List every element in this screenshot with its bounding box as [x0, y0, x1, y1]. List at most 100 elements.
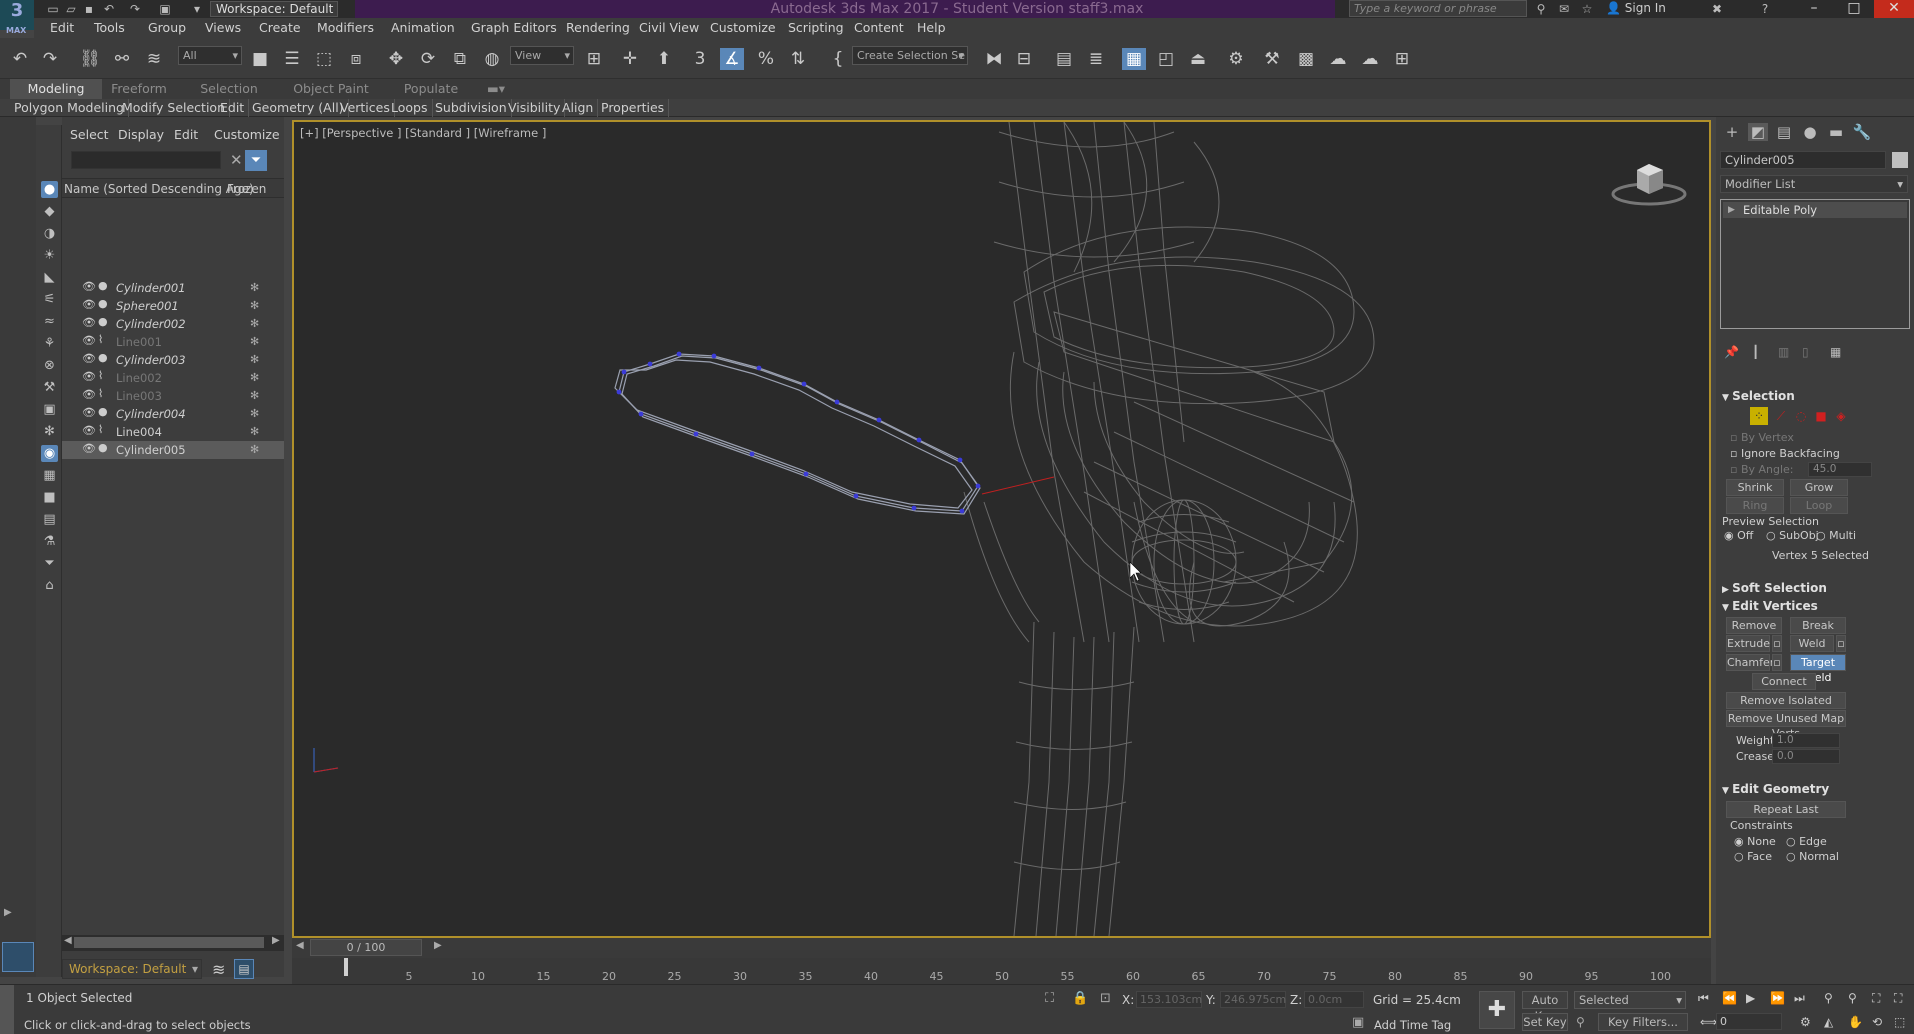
by-angle-spinner[interactable]: 45.0 [1808, 462, 1872, 477]
menu-content[interactable]: Content [854, 18, 904, 38]
y-coordinate-field[interactable]: 246.975cm [1220, 991, 1286, 1008]
expand-icon[interactable]: ▶ [4, 907, 14, 921]
scene-row[interactable]: 👁 ⌇ Line002 ✻ [62, 369, 284, 387]
scene-row[interactable]: 👁 ● Cylinder003 ✻ [62, 351, 284, 369]
modifier-list-dropdown[interactable]: Modifier List ▾ [1720, 175, 1908, 193]
panel-loops[interactable]: Loops [387, 99, 433, 117]
maximize-button[interactable]: □ [1834, 0, 1874, 18]
scene-row[interactable]: 👁 ● Sphere001 ✻ [62, 297, 284, 315]
repeat-last-button[interactable]: Repeat Last [1726, 801, 1846, 818]
scene-row[interactable]: 👁 ⌇ Line003 ✻ [62, 387, 284, 405]
panel-align[interactable]: Align [558, 99, 599, 117]
polygon-mode-icon[interactable]: ■ [1812, 407, 1830, 425]
help-icon[interactable]: ? [1758, 2, 1772, 16]
scene-horizontal-scrollbar[interactable]: ◀ ▶ [62, 935, 284, 951]
zoom-extents-icon[interactable]: ⛶ [1872, 991, 1880, 1006]
lock-selection-icon[interactable]: 🔒 [1072, 991, 1088, 1006]
frozen-toggle-icon[interactable]: ✻ [250, 333, 259, 351]
se-tab-display[interactable]: Display [118, 127, 164, 142]
frozen-toggle-icon[interactable]: ✻ [250, 297, 259, 315]
frozen-toggle-icon[interactable]: ✻ [250, 441, 259, 459]
prev-frame-icon[interactable]: ◀ [296, 940, 304, 951]
communication-icon[interactable]: ✉ [1557, 2, 1571, 16]
absolute-mode-icon[interactable]: ⊡ [1100, 991, 1111, 1006]
trackbar[interactable]: 5 10 15 20 25 30 35 40 45 50 55 60 65 70 75 80 85 90 95 100 [292, 958, 1711, 984]
rotate-icon[interactable]: ⟳ [416, 48, 440, 70]
key-filters-button[interactable]: Key Filters... [1598, 1013, 1688, 1031]
connect-button[interactable]: Connect [1752, 673, 1816, 690]
se-tab-customize[interactable]: Customize [214, 127, 280, 142]
shrink-button[interactable]: Shrink [1726, 479, 1784, 496]
curve-editor-icon[interactable]: ◰ [1154, 48, 1178, 70]
time-slider[interactable]: ◀ 0 / 100 ▶ [292, 938, 1711, 958]
scene-row[interactable]: 👁 ● Cylinder001 ✻ [62, 279, 284, 297]
visibility-eye-icon[interactable]: 👁 [82, 352, 96, 365]
extrude-button[interactable]: Extrude [1726, 635, 1770, 652]
new-icon[interactable]: ▭ [46, 2, 60, 16]
key-set-dropdown[interactable]: Selected ▾ [1574, 991, 1686, 1009]
menu-animation[interactable]: Animation [391, 18, 455, 38]
object-color-swatch[interactable] [1892, 152, 1908, 168]
play-icon[interactable]: ▶ [1746, 991, 1755, 1005]
add-time-tag[interactable]: Add Time Tag [1374, 1018, 1451, 1032]
display-frozen-icon[interactable]: ▦ [41, 467, 58, 484]
preview-off-radio[interactable]: ◉ Off [1724, 529, 1753, 542]
scene-row[interactable]: 👁 ● Cylinder005 ✻ [62, 441, 284, 459]
soft-selection-rollout[interactable]: ▶ Soft Selection [1722, 581, 1827, 595]
window-crossing-icon[interactable]: ⧈ [344, 48, 368, 70]
menu-scripting[interactable]: Scripting [788, 18, 844, 38]
panel-modify-selection[interactable]: Modify Selection [118, 99, 230, 117]
render-cloud-icon[interactable]: ☁ [1358, 48, 1382, 70]
visibility-eye-icon[interactable]: 👁 [82, 334, 96, 347]
menu-tools[interactable]: Tools [94, 18, 125, 38]
grow-button[interactable]: Grow [1790, 479, 1848, 496]
menu-create[interactable]: Create [259, 18, 301, 38]
placement-icon[interactable]: ◍ [480, 48, 504, 70]
tab-selection[interactable]: Selection [196, 79, 262, 99]
panel-polygon-modeling[interactable]: Polygon Modeling [10, 99, 129, 117]
select-by-name-icon[interactable]: ☰ [280, 48, 304, 70]
menu-civil-view[interactable]: Civil View [639, 18, 699, 38]
layer-toggle-icon[interactable]: ▤ [234, 959, 254, 979]
weight-spinner[interactable]: 1.0 [1772, 733, 1840, 748]
render-setup-icon[interactable]: ⚒ [1260, 48, 1284, 70]
viewport-layout-icon[interactable] [2, 942, 34, 972]
panel-subdivision[interactable]: Subdivision [431, 99, 512, 117]
scene-search-input[interactable] [71, 151, 221, 169]
tab-modeling[interactable]: Modeling [10, 79, 102, 99]
loop-button[interactable]: Loop [1790, 497, 1848, 514]
redo-icon[interactable]: ↷ [38, 48, 62, 70]
display-spacewarps-icon[interactable]: ≈ [41, 313, 58, 330]
make-unique-icon[interactable]: ▥ [1778, 345, 1789, 359]
set-key-icon[interactable]: ✚ [1479, 991, 1515, 1029]
target-weld-button[interactable]: Target Weld [1790, 654, 1846, 684]
next-frame-icon[interactable]: ▶ [434, 940, 442, 951]
remove-button[interactable]: Remove [1726, 617, 1782, 634]
panel-edit[interactable]: Edit [216, 99, 250, 117]
snaps-toggle-icon[interactable]: 3 [688, 48, 712, 70]
material-editor-icon[interactable]: ⚙ [1224, 48, 1248, 70]
frozen-toggle-icon[interactable]: ✻ [250, 279, 259, 297]
select-object-icon[interactable]: ■ [248, 48, 272, 70]
se-tab-select[interactable]: Select [70, 127, 109, 142]
menu-views[interactable]: Views [205, 18, 241, 38]
scroll-left-icon[interactable]: ◀ [64, 935, 72, 946]
expand-stack-icon[interactable]: ▶ [1728, 202, 1735, 218]
redo-icon[interactable]: ↷ [128, 2, 142, 16]
remove-isolated-vertices-button[interactable]: Remove Isolated Vertices [1726, 692, 1846, 722]
border-mode-icon[interactable]: ◌ [1792, 407, 1810, 425]
crease-spinner[interactable]: 0.0 [1772, 749, 1840, 764]
workspace-dropdown[interactable]: Workspace: Default [210, 1, 338, 17]
spinner-snap-icon[interactable]: ⇅ [786, 48, 810, 70]
key-mode-icon[interactable]: ⚲ [1576, 1015, 1585, 1029]
funnel-icon[interactable]: ⏷ [41, 555, 58, 572]
display-tab-icon[interactable]: ▬ [1826, 123, 1846, 141]
named-selection-dropdown[interactable]: Create Selection Se ▾ [852, 46, 968, 65]
display-visibility-icon[interactable]: ◉ [41, 445, 58, 462]
sign-in-link[interactable]: 👤 Sign In [1606, 0, 1666, 17]
display-lights-icon[interactable]: ☀ [41, 247, 58, 264]
align-icon[interactable]: ⊟ [1012, 48, 1036, 70]
go-to-end-icon[interactable]: ⏭ [1794, 991, 1805, 1006]
rect-selection-icon[interactable]: ⬚ [312, 48, 336, 70]
next-key-icon[interactable]: ⏩ [1770, 991, 1785, 1005]
